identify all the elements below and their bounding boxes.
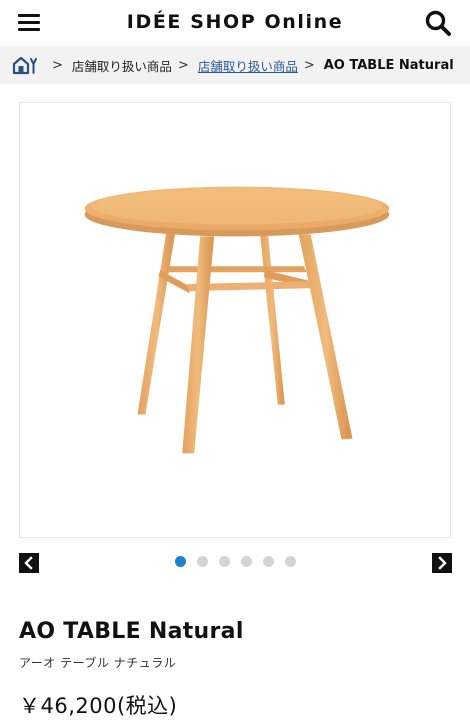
chevron-right-icon: [438, 556, 447, 570]
breadcrumb-item-store-products[interactable]: 店舗取り扱い商品: [72, 56, 172, 75]
site-header: IDÉE SHOP Online: [0, 0, 470, 46]
breadcrumb-link-store-products[interactable]: 店舗取り扱い商品: [198, 56, 298, 75]
breadcrumb-current-page: AO TABLE Natural: [323, 57, 454, 73]
breadcrumb-separator: >: [52, 57, 63, 73]
table-illustration: [84, 186, 390, 454]
product-name: AO TABLE Natural: [19, 619, 244, 644]
carousel-dot-4[interactable]: [240, 556, 252, 567]
home-icon[interactable]: [12, 55, 38, 75]
breadcrumb: > 店舗取り扱い商品 > 店舗取り扱い商品 > AO TABLE Natural: [0, 46, 470, 84]
carousel-dot-3[interactable]: [218, 556, 230, 567]
breadcrumb-separator: >: [303, 57, 315, 73]
product-image[interactable]: [19, 102, 451, 538]
carousel-dot-1[interactable]: [174, 556, 186, 567]
breadcrumb-separator: >: [177, 57, 189, 73]
carousel-next-button[interactable]: [432, 553, 452, 573]
site-logo-title[interactable]: IDÉE SHOP Online: [0, 11, 470, 33]
carousel-dot-2[interactable]: [196, 556, 208, 567]
carousel-dot-5[interactable]: [262, 556, 274, 567]
carousel-dot-6[interactable]: [284, 556, 296, 567]
search-icon[interactable]: [424, 9, 452, 37]
product-kana-name: アーオ テーブル ナチュラル: [19, 656, 177, 670]
product-price: ￥46,200(税込): [19, 694, 178, 718]
carousel-dots: [0, 556, 470, 567]
